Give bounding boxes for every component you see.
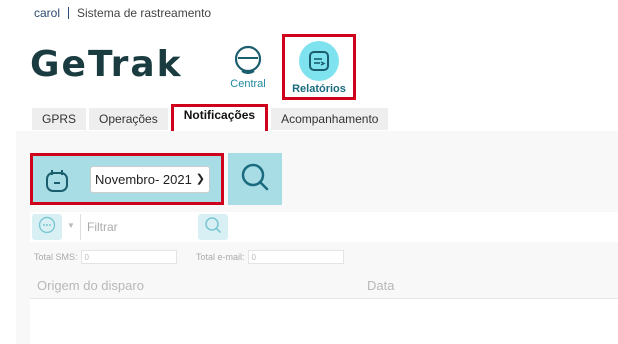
divider — [68, 7, 70, 19]
user-name[interactable]: carol — [34, 6, 60, 20]
total-sms-value: 0 — [80, 250, 177, 264]
filter-funnel-icon: ▼ — [67, 221, 75, 230]
month-select-value: Novembro- 2021 — [95, 172, 192, 187]
report-icon — [299, 41, 339, 81]
tab-bar: GPRS Operações Notificações Acompanhamen… — [32, 104, 391, 134]
nav-relatorios-label: Relatórios — [292, 83, 346, 95]
calendar-icon — [44, 168, 70, 199]
total-email-label: Total e-mail: — [196, 252, 245, 262]
system-name: Sistema de rastreamento — [77, 6, 212, 20]
total-sms-label: Total SMS: — [34, 252, 78, 262]
getrak-logo: GeTrak — [30, 44, 183, 85]
totals-bar: Total SMS: 0 Total e-mail: 0 — [30, 247, 618, 269]
table-body — [30, 299, 618, 344]
nav-relatorios[interactable]: Relatórios — [282, 34, 356, 100]
total-email-value: 0 — [247, 250, 344, 264]
total-email: Total e-mail: 0 — [196, 250, 344, 264]
search-icon — [204, 216, 222, 239]
search-icon — [240, 162, 270, 197]
filter-search-button[interactable] — [198, 214, 228, 240]
more-icon — [38, 216, 56, 239]
tab-gprs[interactable]: GPRS — [32, 108, 87, 130]
column-origem[interactable]: Origem do disparo — [37, 278, 144, 293]
top-bar: carol Sistema de rastreamento — [34, 6, 211, 20]
month-select[interactable]: Novembro- 2021 ❯ — [90, 166, 210, 193]
tab-operacoes[interactable]: Operações — [89, 108, 168, 130]
tab-acompanhamento[interactable]: Acompanhamento — [271, 108, 389, 130]
more-button[interactable] — [32, 214, 62, 240]
table-header: Origem do disparo Data — [30, 274, 618, 299]
month-filter: Novembro- 2021 ❯ — [30, 153, 224, 205]
headset-icon — [230, 42, 266, 78]
filter-input[interactable]: Filtrar — [80, 214, 196, 240]
chevron-down-icon: ❯ — [195, 173, 205, 185]
nav-central-label: Central — [230, 78, 266, 90]
search-button[interactable] — [228, 153, 282, 205]
tab-notificacoes[interactable]: Notificações — [170, 104, 269, 134]
total-sms: Total SMS: 0 — [34, 250, 177, 264]
nav-central[interactable]: Central — [226, 42, 270, 90]
column-data[interactable]: Data — [367, 278, 394, 293]
table-toolbar: ▼ Filtrar — [30, 212, 618, 242]
